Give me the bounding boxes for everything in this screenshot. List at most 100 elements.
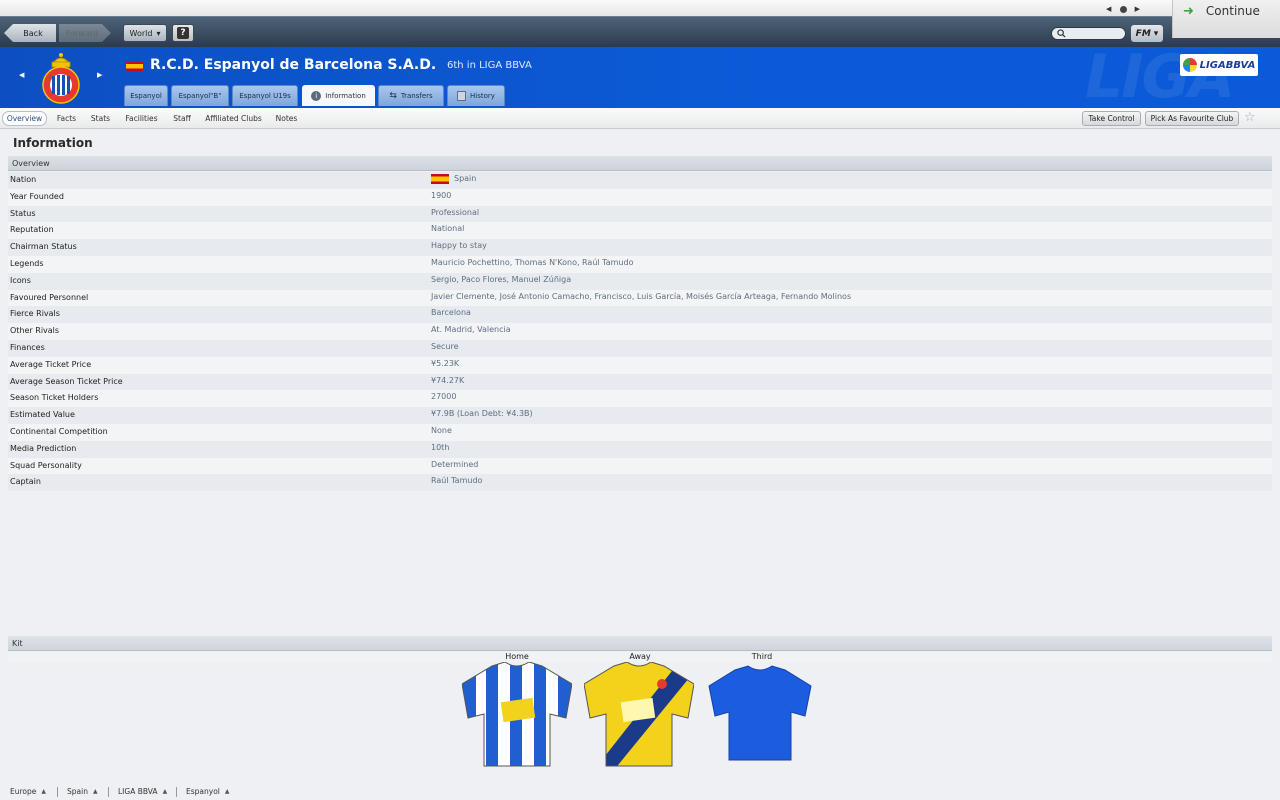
row-value: ¥7.9B (Loan Debt: ¥4.3B)	[431, 406, 533, 423]
row-label: Season Ticket Holders	[10, 393, 99, 403]
row-value: Raúl Tamudo	[431, 473, 482, 490]
subnav-facts[interactable]: Facts	[52, 111, 81, 126]
row-label: Legends	[10, 259, 44, 268]
triangle-up-icon: ▲	[224, 788, 230, 795]
breadcrumb-label: Spain	[67, 787, 88, 796]
row-value-text: 10th	[431, 442, 450, 452]
tab-espanyol-b[interactable]: Espanyol"B"	[171, 85, 229, 106]
kit-section-header: Kit	[8, 636, 1272, 651]
row-value[interactable]: At. Madrid, Valencia	[431, 322, 511, 339]
row-value-text: Secure	[431, 342, 459, 351]
next-club-icon[interactable]: ▶	[97, 71, 102, 79]
table-row: Reputation National	[8, 222, 1272, 240]
tab-transfers[interactable]: ⇆ Transfers	[378, 85, 444, 106]
spain-flag-icon	[431, 174, 449, 185]
home-kit-shirt	[462, 662, 572, 767]
row-value-text: Barcelona	[431, 308, 471, 318]
row-value-text: Determined	[431, 459, 479, 469]
breadcrumb-separator	[108, 787, 109, 797]
row-value[interactable]: Mauricio Pochettino, Thomas N'Kono, Raúl…	[431, 255, 633, 272]
pick-favourite-club-button[interactable]: Pick As Favourite Club	[1145, 111, 1239, 126]
history-book-icon	[457, 91, 467, 101]
breadcrumb-liga-bbva[interactable]: LIGA BBVA ▲	[118, 787, 167, 796]
table-row: Media Prediction 10th	[8, 440, 1272, 458]
table-row: Captain Raúl Tamudo	[8, 473, 1272, 492]
row-value: 10th	[431, 440, 449, 457]
row-label: Favoured Personnel	[10, 292, 89, 302]
tab-label: Espanyol U19s	[239, 92, 291, 100]
table-row: Estimated Value ¥7.9B (Loan Debt: ¥4.3B)	[8, 407, 1272, 424]
table-row: Status Professional	[8, 205, 1272, 223]
breadcrumb: Europe ▲ Spain ▲ LIGA BBVA ▲ Espanyol ▲	[0, 784, 1280, 800]
row-value[interactable]: Spain	[431, 171, 476, 188]
league-position: 6th in LIGA BBVA	[447, 60, 532, 71]
world-menu-button[interactable]: World ▾	[123, 24, 167, 42]
subnav-overview[interactable]: Overview	[2, 111, 47, 126]
tab-history[interactable]: History	[447, 85, 505, 106]
row-value-text: Sergio, Paco Flores, Manuel Zúñiga	[431, 274, 572, 284]
row-value[interactable]: Barcelona	[431, 305, 471, 322]
breadcrumb-spain[interactable]: Spain ▲	[67, 787, 98, 796]
row-value: Happy to stay	[431, 238, 487, 255]
tab-information[interactable]: i Information	[302, 85, 375, 106]
continue-button[interactable]: ➜ Continue	[1172, 0, 1280, 38]
pager-next-icon[interactable]: ▶	[1135, 5, 1140, 13]
table-row: Chairman Status Happy to stay	[8, 239, 1272, 256]
row-label: Icons	[10, 275, 31, 285]
fm-menu-button[interactable]: FM ▾	[1131, 25, 1163, 42]
row-value-text: Mauricio Pochettino, Thomas N'Kono, Raúl…	[431, 258, 634, 267]
info-icon: i	[311, 91, 322, 101]
club-header: LIGA ◀ ▶ R.C.D. Espanyol de Barcelona S.…	[0, 47, 1280, 108]
subnav-facilities[interactable]: Facilities	[120, 111, 163, 126]
table-row: Average Ticket Price ¥5.23K	[8, 356, 1272, 374]
league-logo[interactable]: LIGABBVA	[1180, 54, 1258, 76]
search-input[interactable]	[1051, 27, 1126, 40]
take-control-button[interactable]: Take Control	[1082, 111, 1141, 126]
row-label: Reputation	[10, 225, 54, 235]
subnav-staff[interactable]: Staff	[168, 111, 196, 126]
spain-flag-icon	[126, 62, 143, 71]
subnav-notes[interactable]: Notes	[271, 111, 302, 126]
kit-label-third: Third	[751, 652, 773, 661]
subnav-affiliated-clubs[interactable]: Affiliated Clubs	[201, 111, 266, 126]
breadcrumb-label: Espanyol	[186, 787, 220, 796]
tab-label: Espanyol	[130, 92, 162, 100]
table-row: Legends Mauricio Pochettino, Thomas N'Kon…	[8, 256, 1272, 273]
row-value-text: Raúl Tamudo	[431, 476, 483, 486]
breadcrumb-label: LIGA BBVA	[118, 787, 158, 796]
overview-section-header: Overview	[8, 156, 1272, 171]
triangle-up-icon: ▲	[92, 788, 98, 795]
breadcrumb-espanyol[interactable]: Espanyol ▲	[186, 787, 230, 796]
back-button[interactable]: Back	[4, 24, 56, 42]
fm-label: FM	[1135, 28, 1151, 39]
row-label: Continental Competition	[10, 427, 108, 436]
row-label: Chairman Status	[10, 242, 77, 252]
row-value: ¥5.23K	[431, 356, 459, 373]
tab-label: Information	[325, 92, 366, 100]
pager-dot-icon[interactable]	[1119, 5, 1127, 13]
club-crest-icon	[42, 53, 80, 104]
table-row: Other Rivals At. Madrid, Valencia	[8, 323, 1272, 340]
tab-espanyol-u19s[interactable]: Espanyol U19s	[232, 85, 298, 106]
subnav-stats[interactable]: Stats	[86, 111, 115, 126]
kit-label-away: Away	[629, 652, 651, 661]
breadcrumb-europe[interactable]: Europe ▲	[10, 787, 46, 796]
row-label: Year Founded	[10, 191, 64, 201]
help-icon: ?	[177, 27, 189, 39]
previous-club-icon[interactable]: ◀	[19, 71, 24, 79]
overview-table: Nation Spain Year Founded 1900 Status Profess…	[0, 172, 1280, 492]
row-value: ¥74.27K	[431, 373, 464, 390]
tab-espanyol[interactable]: Espanyol	[124, 85, 168, 106]
pager-prev-icon[interactable]: ◀	[1106, 5, 1111, 13]
transfer-arrows-icon: ⇆	[389, 91, 397, 101]
star-icon[interactable]: ☆	[1244, 111, 1256, 125]
page-pager[interactable]: ◀ ▶	[1106, 4, 1140, 14]
liga-ball-icon	[1182, 58, 1197, 72]
breadcrumb-label: Europe	[10, 787, 37, 796]
forward-button[interactable]: Forward	[59, 24, 111, 42]
row-value-text: Professional	[431, 207, 480, 217]
help-button[interactable]: ?	[172, 24, 194, 42]
row-value-text: At. Madrid, Valencia	[431, 325, 511, 335]
triangle-up-icon: ▲	[41, 788, 46, 795]
row-value-text: 27000	[431, 392, 457, 402]
